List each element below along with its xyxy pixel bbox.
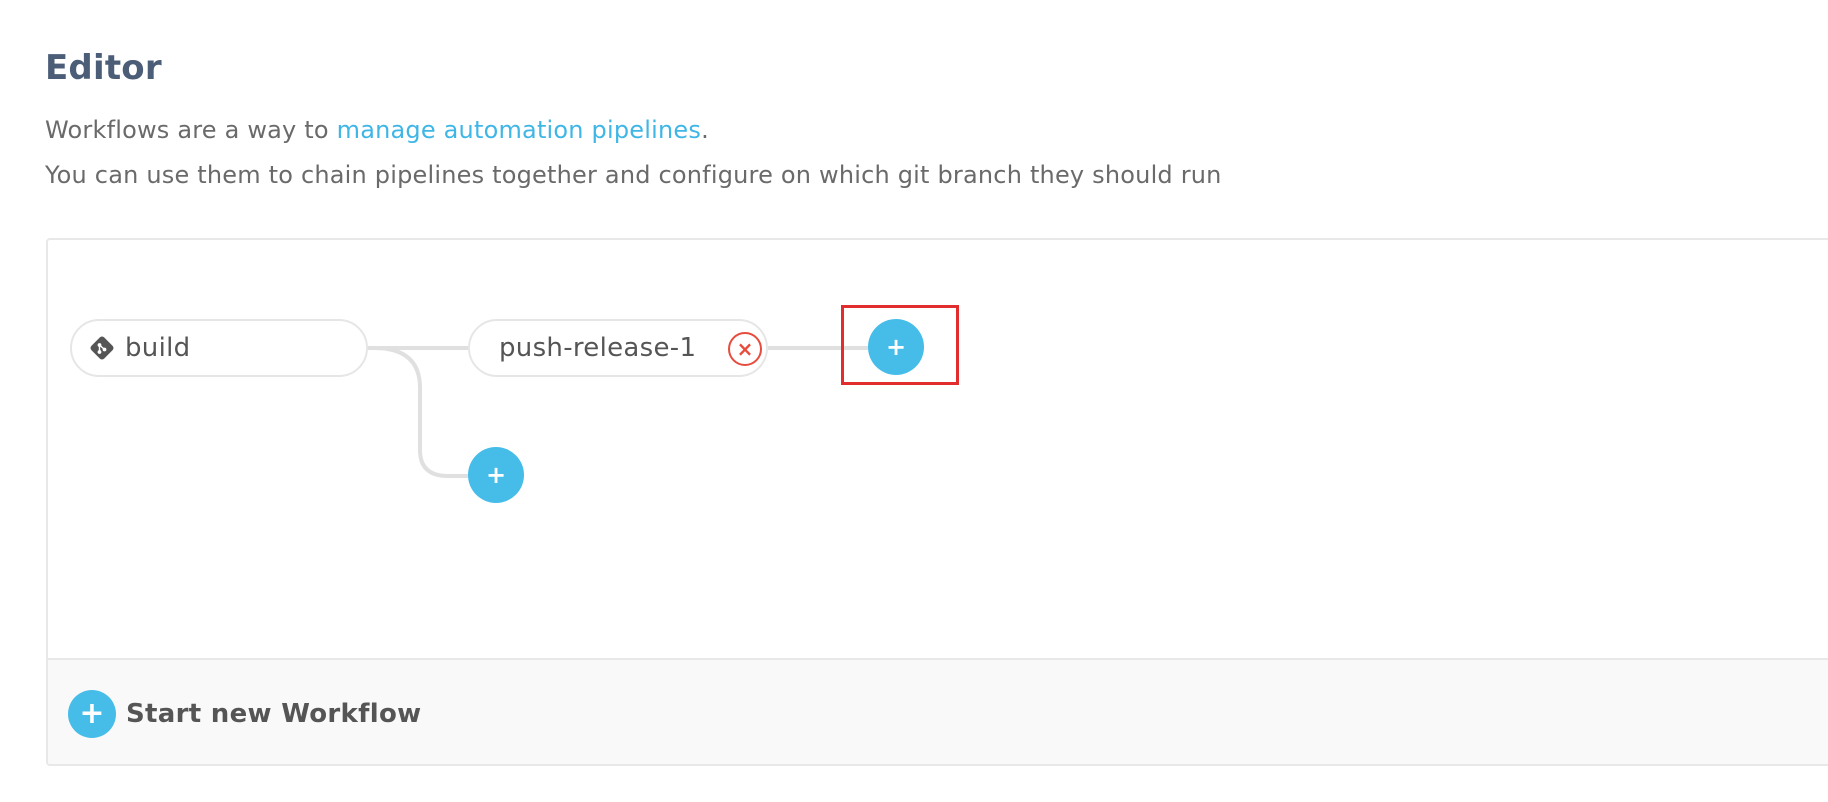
pipeline-node-label: push-release-1 [499, 333, 697, 363]
pipeline-node-push-release-1[interactable]: push-release-1 × [468, 319, 768, 377]
remove-pipeline-button[interactable]: × [728, 332, 762, 366]
add-parallel-pipeline-button[interactable]: + [468, 447, 524, 503]
connector-build-to-branch [373, 346, 468, 478]
workflow-editor-panel: build push-release-1 × + + + Start new W… [46, 238, 1828, 766]
workflow-canvas: build push-release-1 × + + [48, 240, 1828, 658]
description-suffix: . [701, 116, 709, 144]
description-line-1: Workflows are a way to manage automation… [45, 116, 709, 144]
page-title: Editor [45, 48, 162, 88]
workflow-connectors [368, 346, 868, 478]
git-icon [90, 336, 114, 360]
description-prefix: Workflows are a way to [45, 116, 337, 144]
add-next-pipeline-button[interactable]: + [868, 319, 924, 375]
start-new-workflow-label: Start new Workflow [126, 699, 422, 729]
start-new-workflow-button[interactable]: + Start new Workflow [68, 690, 421, 738]
editor-footer: + Start new Workflow [48, 658, 1828, 764]
manage-pipelines-link[interactable]: manage automation pipelines [337, 116, 701, 144]
description-line-2: You can use them to chain pipelines toge… [45, 161, 1222, 189]
pipeline-node-build[interactable]: build [70, 319, 368, 377]
pipeline-node-label: build [125, 333, 191, 363]
plus-icon: + [68, 690, 116, 738]
